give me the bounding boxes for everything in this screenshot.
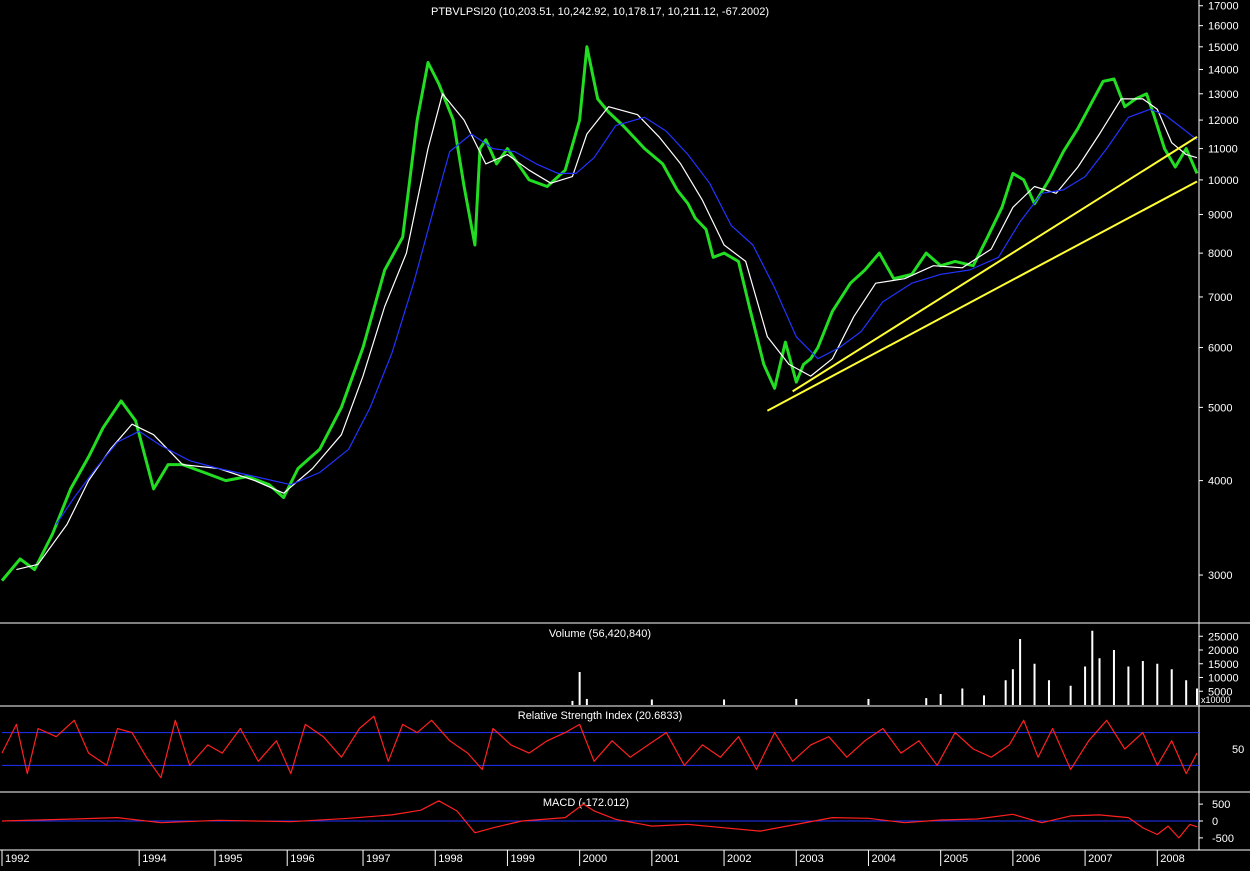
price-panel-title: PTBVLPSI20 (10,203.51, 10,242.92, 10,178… <box>431 6 769 18</box>
price-tick-label: 15000 <box>1208 42 1239 54</box>
price-tick-label: 7000 <box>1208 292 1232 304</box>
chart-window: PTBVLPSI20 (10,203.51, 10,242.92, 10,178… <box>0 0 1250 866</box>
price-tick-label: 6000 <box>1208 343 1232 355</box>
volume-tick-label: 5000 <box>1208 686 1232 698</box>
year-tick-label: 1997 <box>366 853 390 865</box>
year-tick-label: 1992 <box>5 853 29 865</box>
price-tick-label: 16000 <box>1208 21 1239 33</box>
volume-bar <box>1011 669 1014 705</box>
volume-bar <box>1112 650 1115 705</box>
volume-bar <box>1156 663 1159 705</box>
price-tick-label: 11000 <box>1208 144 1238 156</box>
volume-bar <box>1170 669 1173 705</box>
volume-bar <box>1091 630 1094 705</box>
volume-bar <box>1185 680 1188 705</box>
macd-tick-label: -500 <box>1212 833 1234 845</box>
volume-tick-label: 10000 <box>1208 673 1239 685</box>
price-tick-label: 3000 <box>1208 570 1232 582</box>
volume-bar <box>1069 685 1072 705</box>
volume-bar <box>585 698 588 705</box>
year-tick-label: 2008 <box>1160 853 1184 865</box>
macd-tick-label: 500 <box>1212 799 1230 811</box>
volume-bar <box>1084 666 1087 705</box>
year-tick-label: 1994 <box>142 853 166 865</box>
year-tick-label: 2001 <box>655 853 679 865</box>
price-tick-label: 14000 <box>1208 64 1239 76</box>
macd-tick-label: 0 <box>1212 816 1218 828</box>
year-tick-label: 1999 <box>510 853 534 865</box>
price-tick-label: 12000 <box>1208 115 1239 127</box>
volume-bar <box>1196 688 1198 705</box>
price-tick-label: 4000 <box>1208 476 1232 488</box>
volume-bar <box>795 698 798 705</box>
volume-tick-label: 20000 <box>1208 645 1239 657</box>
volume-tick-label: 25000 <box>1208 631 1239 643</box>
volume-bar <box>939 694 942 705</box>
volume-tick-label: 15000 <box>1208 659 1239 671</box>
rsi-tick-label: 50 <box>1232 744 1244 756</box>
volume-bar <box>982 695 985 705</box>
year-tick-label: 2004 <box>871 853 895 865</box>
year-tick-label: 2003 <box>799 853 823 865</box>
year-tick-label: 1995 <box>218 853 242 865</box>
year-tick-label: 1998 <box>438 853 462 865</box>
macd-panel-title: MACD (-172.012) <box>543 797 629 809</box>
year-tick-label: 2002 <box>727 853 751 865</box>
volume-bar <box>723 699 726 705</box>
price-tick-label: 13000 <box>1208 89 1239 101</box>
volume-bar <box>961 688 964 705</box>
year-tick-label: 1996 <box>290 853 314 865</box>
volume-bar <box>650 699 653 705</box>
rsi-panel-title: Relative Strength Index (20.6833) <box>518 710 683 722</box>
year-tick-label: 2000 <box>583 853 607 865</box>
volume-bar <box>571 700 574 705</box>
volume-panel-title: Volume (56,420,840) <box>549 628 651 640</box>
volume-bar <box>1098 658 1101 705</box>
year-tick-label: 2005 <box>944 853 968 865</box>
price-tick-label: 17000 <box>1208 1 1239 13</box>
price-tick-label: 10000 <box>1208 175 1239 187</box>
volume-bar <box>925 698 928 705</box>
price-tick-label: 5000 <box>1208 402 1232 414</box>
volume-bar <box>578 672 581 705</box>
volume-bar <box>867 698 870 705</box>
volume-bar <box>1019 639 1022 705</box>
volume-bar <box>1141 661 1144 705</box>
volume-bar <box>1047 680 1050 705</box>
volume-bar <box>1033 663 1036 705</box>
price-tick-label: 9000 <box>1208 209 1232 221</box>
year-tick-label: 2007 <box>1088 853 1112 865</box>
year-tick-label: 2006 <box>1016 853 1040 865</box>
price-tick-label: 8000 <box>1208 248 1232 260</box>
chart-canvas: PTBVLPSI20 (10,203.51, 10,242.92, 10,178… <box>0 0 1250 866</box>
volume-bar <box>1127 666 1130 705</box>
volume-bar <box>1004 680 1007 705</box>
